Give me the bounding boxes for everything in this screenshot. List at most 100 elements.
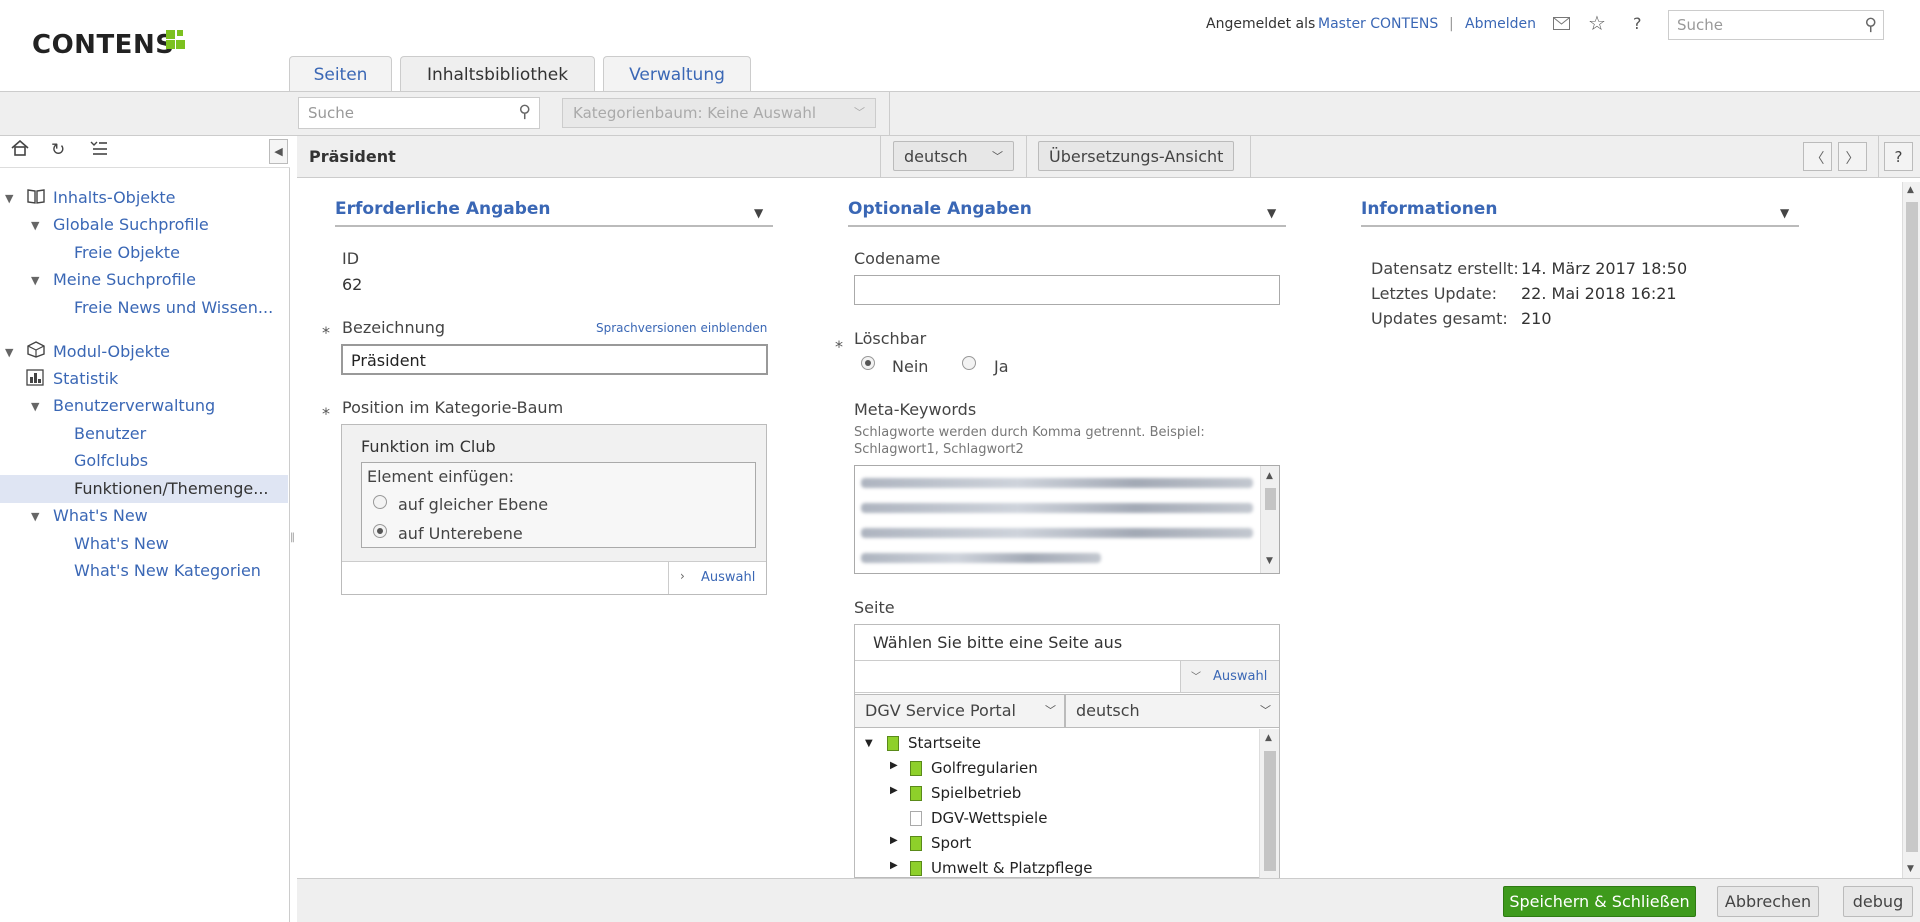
codename-input[interactable] (854, 275, 1280, 305)
tree-toolbar (0, 136, 290, 168)
favorites-star-icon[interactable]: ☆ (1588, 11, 1606, 35)
tree-item-modul-objekte[interactable]: Modul-Objekte (53, 342, 170, 361)
header-divider (1878, 136, 1879, 178)
scroll-thumb[interactable] (1906, 202, 1918, 852)
deletable-yes-label[interactable]: Ja (994, 357, 1009, 376)
show-language-versions-link[interactable]: Sprachversionen einblenden (596, 321, 767, 335)
deletable-yes-radio[interactable] (962, 356, 976, 370)
tree-item-golfclubs[interactable]: Golfclubs (74, 451, 148, 470)
sub-level-label[interactable]: auf Unterebene (398, 524, 523, 543)
tree-item-inhalts-objekte[interactable]: Inhalts-Objekte (53, 188, 176, 207)
scroll-down-icon[interactable]: ▼ (1907, 864, 1914, 874)
created-label: Datensatz erstellt: (1371, 259, 1519, 278)
page-select-link[interactable]: Auswahl (1213, 669, 1267, 684)
deletable-no-radio[interactable] (861, 356, 875, 370)
save-and-close-button[interactable]: Speichern & Schließen (1503, 886, 1696, 917)
mail-icon[interactable] (1553, 17, 1570, 30)
expand-arrow-icon[interactable]: ▼ (31, 510, 39, 523)
next-record-button[interactable]: 〉 (1838, 142, 1867, 171)
collapse-panel-button[interactable]: ◀ (269, 139, 288, 164)
tree-item-benutzerverwaltung[interactable]: Benutzerverwaltung (53, 396, 215, 415)
tree-item-freie-objekte[interactable]: Freie Objekte (74, 243, 180, 262)
panel-splitter-handle[interactable]: ‖ (290, 532, 295, 552)
scroll-thumb[interactable] (1264, 751, 1276, 871)
help-icon[interactable]: ? (1633, 14, 1642, 33)
expand-arrow-icon[interactable]: ▶ (890, 760, 898, 771)
tree-item-meine-suchprofile[interactable]: Meine Suchprofile (53, 270, 196, 289)
chevron-down-icon: ﹀ (1191, 672, 1201, 683)
scroll-up-icon[interactable]: ▲ (1266, 471, 1273, 481)
tree-item-whats-new-kategorien[interactable]: What's New Kategorien (74, 561, 261, 580)
help-button[interactable]: ? (1884, 142, 1913, 171)
sub-level-radio[interactable] (373, 524, 387, 538)
category-tree-select[interactable]: Kategorienbaum: Keine Auswahl ﹀ (562, 98, 876, 128)
blurred-text-line (861, 528, 1253, 538)
expand-arrow-icon[interactable]: ▶ (890, 860, 898, 871)
tree-item-benutzer[interactable]: Benutzer (74, 424, 146, 443)
page-tree-item-golfregularien[interactable]: Golfregularien (931, 759, 1038, 777)
expand-arrow-icon[interactable]: ▼ (5, 346, 13, 359)
same-level-label[interactable]: auf gleicher Ebene (398, 495, 548, 514)
library-search-input[interactable]: Suche ⚲ (298, 97, 540, 129)
category-select-link[interactable]: Auswahl (701, 570, 755, 585)
expand-arrow-icon[interactable]: ▼ (865, 738, 873, 749)
tab-verwaltung[interactable]: Verwaltung (603, 56, 751, 92)
textarea-scrollbar[interactable]: ▲ ▼ (1260, 466, 1279, 573)
scroll-up-icon[interactable]: ▲ (1907, 185, 1914, 195)
expand-arrow-icon[interactable]: ▼ (31, 400, 39, 413)
page-tree-item-spielbetrieb[interactable]: Spielbetrieb (931, 784, 1021, 802)
expand-arrow-icon[interactable]: ▶ (890, 785, 898, 796)
created-value: 14. März 2017 18:50 (1521, 259, 1688, 278)
home-icon[interactable] (11, 139, 29, 161)
page-tree-scrollbar[interactable]: ▲ (1259, 729, 1279, 878)
language-select[interactable]: deutsch ﹀ (893, 141, 1014, 171)
page-tree-item-dgv-wettspiele[interactable]: DGV-Wettspiele (931, 809, 1047, 827)
expand-arrow-icon[interactable]: ▶ (890, 835, 898, 846)
scroll-down-icon[interactable]: ▼ (1266, 556, 1273, 566)
page-tree-item-sport[interactable]: Sport (931, 834, 971, 852)
tab-seiten[interactable]: Seiten (289, 56, 392, 92)
logout-link[interactable]: Abmelden (1465, 16, 1536, 32)
page-tree-item-umwelt[interactable]: Umwelt & Platzpflege (931, 859, 1092, 877)
translation-view-button[interactable]: Übersetzungs-Ansicht (1038, 141, 1235, 171)
section-collapse-icon[interactable]: ▼ (754, 206, 763, 220)
section-collapse-icon[interactable]: ▼ (1780, 206, 1789, 220)
meta-keywords-textarea[interactable]: ▲ ▼ (854, 465, 1280, 574)
deletable-no-label[interactable]: Nein (892, 357, 928, 376)
debug-button[interactable]: debug (1843, 886, 1913, 917)
previous-record-button[interactable]: 〈 (1803, 142, 1832, 171)
chevron-down-icon: ﹀ (1045, 704, 1056, 717)
tree-item-freie-news[interactable]: Freie News und Wissen... (74, 298, 273, 317)
required-marker: * (322, 404, 330, 423)
tree-item-funktionen[interactable]: Funktionen/Themenge... (74, 479, 268, 498)
tree-item-whats-new-child[interactable]: What's New (74, 534, 169, 553)
required-marker: * (322, 323, 330, 342)
portal-select[interactable]: DGV Service Portal ﹀ (855, 694, 1065, 728)
expand-arrow-icon[interactable]: ▼ (31, 219, 39, 232)
main-scrollbar[interactable]: ▲ ▼ (1902, 182, 1920, 878)
logo: CONTENS (32, 30, 175, 60)
scroll-up-icon[interactable]: ▲ (1265, 733, 1272, 743)
same-level-radio[interactable] (373, 495, 387, 509)
page-language-select[interactable]: deutsch ﹀ (1065, 694, 1279, 728)
section-collapse-icon[interactable]: ▼ (1267, 206, 1276, 220)
page-icon (910, 861, 922, 876)
name-input[interactable]: Präsident (341, 344, 768, 375)
tree-item-whats-new[interactable]: What's New (53, 506, 148, 525)
tree-item-globale-suchprofile[interactable]: Globale Suchprofile (53, 215, 209, 234)
tree-options-icon[interactable] (90, 140, 108, 161)
scroll-thumb[interactable] (1265, 488, 1276, 510)
user-link[interactable]: Master CONTENS (1318, 16, 1438, 32)
global-search-input[interactable]: Suche ⚲ (1668, 10, 1884, 40)
refresh-icon[interactable]: ↻ (51, 140, 65, 160)
expand-arrow-icon[interactable]: ▼ (31, 274, 39, 287)
search-icon: ⚲ (518, 102, 531, 122)
deletable-label: Löschbar (854, 329, 927, 348)
cancel-button[interactable]: Abbrechen (1717, 886, 1819, 917)
blurred-text-line (861, 553, 1101, 563)
tab-inhaltsbibliothek[interactable]: Inhaltsbibliothek (400, 56, 595, 93)
logged-in-label: Angemeldet als (1206, 16, 1316, 32)
page-tree-item-startseite[interactable]: Startseite (908, 734, 981, 752)
expand-arrow-icon[interactable]: ▼ (5, 192, 13, 205)
tree-item-statistik[interactable]: Statistik (53, 369, 118, 388)
